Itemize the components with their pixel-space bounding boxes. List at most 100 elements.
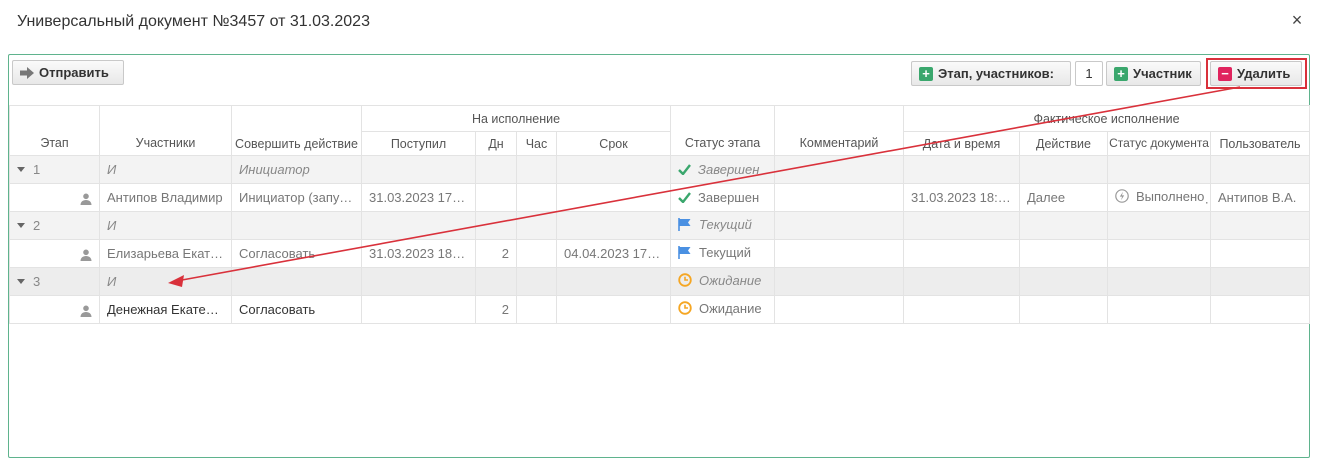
cell-act[interactable]: Далее <box>1019 183 1108 212</box>
cell-datetime[interactable] <box>903 267 1020 296</box>
cell-deadline[interactable] <box>556 183 671 212</box>
cell-comment[interactable] <box>774 183 904 212</box>
add-participant-button[interactable]: + Участник <box>1106 61 1201 86</box>
cell-comment[interactable] <box>774 267 904 296</box>
participant-row[interactable]: Елизарьева ЕкатеринаСогласовать31.03.202… <box>9 239 1311 268</box>
cell-user[interactable] <box>1209 239 1311 268</box>
participant-row[interactable]: Антипов Владимир Инициатор (запуск) 31.03.… <box>9 183 1311 212</box>
expand-icon[interactable] <box>17 167 25 173</box>
cell-hours[interactable] <box>516 183 557 212</box>
cell-action[interactable]: Инициатор <box>231 155 362 184</box>
col-days[interactable]: Дн <box>475 131 517 156</box>
cell-doc-status[interactable] <box>1107 211 1211 240</box>
col-received[interactable]: Поступил <box>361 131 476 156</box>
cell-stage[interactable]: 1 <box>9 155 100 184</box>
cell-act[interactable] <box>1019 295 1108 324</box>
cell-hours[interactable] <box>516 155 557 184</box>
cell-datetime[interactable]: 31.03.2023 18:05 <box>903 183 1020 212</box>
cell-received[interactable]: 31.03.2023 17:12 <box>361 183 476 212</box>
cell-user[interactable] <box>1209 211 1311 240</box>
cell-act[interactable] <box>1019 267 1108 296</box>
stage-group-row[interactable]: 3 И Ожидание <box>9 267 1311 296</box>
cell-days[interactable] <box>475 267 517 296</box>
col-deadline[interactable]: Срок <box>556 131 671 156</box>
cell-comment[interactable] <box>774 155 904 184</box>
col-doc-status[interactable]: Статус документа <box>1107 131 1211 156</box>
cell-action[interactable]: Согласовать <box>231 239 362 268</box>
col-comment[interactable]: Комментарий <box>774 105 904 156</box>
col-user[interactable]: Пользователь <box>1209 131 1311 156</box>
cell-act[interactable] <box>1019 239 1108 268</box>
cell-comment[interactable] <box>774 295 904 324</box>
col-hours[interactable]: Час <box>516 131 557 156</box>
col-stage[interactable]: Этап <box>9 105 100 156</box>
cell-datetime[interactable] <box>903 239 1020 268</box>
cell-received[interactable] <box>361 211 476 240</box>
cell-deadline[interactable]: 04.04.2023 17:00 <box>556 239 671 268</box>
cell-doc-status[interactable] <box>1107 267 1211 296</box>
cell-datetime[interactable] <box>903 155 1020 184</box>
cell-stage-status[interactable]: Завершен <box>670 183 775 212</box>
cell-stage[interactable]: 3 <box>9 267 100 296</box>
cell-received[interactable] <box>361 155 476 184</box>
cell-stage-status[interactable]: Завершен <box>670 155 775 184</box>
cell-deadline[interactable] <box>556 295 671 324</box>
cell-deadline[interactable] <box>556 267 671 296</box>
cell-days[interactable] <box>475 183 517 212</box>
cell-stage[interactable] <box>9 295 100 324</box>
stage-group-row[interactable]: 2 И Текущий <box>9 211 1311 240</box>
cell-participants[interactable]: Елизарьева Екатерина <box>99 239 232 268</box>
cell-days[interactable]: 2 <box>475 239 517 268</box>
cell-doc-status[interactable]: Выполнено <box>1107 183 1211 212</box>
cell-comment[interactable] <box>774 239 904 268</box>
cell-deadline[interactable] <box>556 155 671 184</box>
cell-act[interactable] <box>1019 155 1108 184</box>
expand-icon[interactable] <box>17 223 25 229</box>
cell-stage[interactable] <box>9 183 100 212</box>
col-action[interactable]: Совершить действие <box>231 105 362 156</box>
cell-days[interactable] <box>475 211 517 240</box>
cell-participants[interactable]: И <box>99 155 232 184</box>
col-participants[interactable]: Участники <box>99 105 232 156</box>
cell-doc-status[interactable] <box>1107 295 1211 324</box>
cell-stage-status[interactable]: Текущий <box>670 211 775 240</box>
stage-participants-input[interactable]: 1 <box>1075 61 1103 86</box>
cell-received[interactable] <box>361 267 476 296</box>
cell-act[interactable] <box>1019 211 1108 240</box>
cell-hours[interactable] <box>516 295 557 324</box>
participant-row[interactable]: Денежная Екатерина Согласовать 2 Ожидание <box>9 295 1311 324</box>
cell-stage-status[interactable]: Текущий <box>670 239 775 268</box>
cell-hours[interactable] <box>516 239 557 268</box>
cell-stage[interactable] <box>9 239 100 268</box>
cell-user[interactable]: Антипов В.А. <box>1209 183 1311 212</box>
cell-days[interactable] <box>475 155 517 184</box>
cell-user[interactable] <box>1209 267 1311 296</box>
add-stage-button[interactable]: + Этап, участников: <box>911 61 1071 86</box>
cell-stage-status[interactable]: Ожидание <box>670 267 775 296</box>
cell-doc-status[interactable] <box>1107 239 1211 268</box>
cell-deadline[interactable] <box>556 211 671 240</box>
cell-action[interactable]: Инициатор (запуск) <box>231 183 362 212</box>
cell-days[interactable]: 2 <box>475 295 517 324</box>
cell-datetime[interactable] <box>903 211 1020 240</box>
cell-participants[interactable]: Денежная Екатерина <box>99 295 232 324</box>
expand-icon[interactable] <box>17 279 25 285</box>
cell-user[interactable] <box>1209 155 1311 184</box>
cell-stage-status[interactable]: Ожидание <box>670 295 775 324</box>
cell-stage[interactable]: 2 <box>9 211 100 240</box>
cell-hours[interactable] <box>516 211 557 240</box>
cell-participants[interactable]: И <box>99 267 232 296</box>
col-act[interactable]: Действие <box>1019 131 1108 156</box>
stage-group-row[interactable]: 1 И Инициатор Завершен <box>9 155 1311 184</box>
cell-received[interactable] <box>361 295 476 324</box>
cell-participants[interactable]: И <box>99 211 232 240</box>
col-stage-status[interactable]: Статус этапа <box>670 105 775 156</box>
cell-received[interactable]: 31.03.2023 18:05 <box>361 239 476 268</box>
delete-button[interactable]: − Удалить <box>1210 61 1302 86</box>
cell-action[interactable]: Согласовать <box>231 295 362 324</box>
cell-action[interactable] <box>231 211 362 240</box>
cell-user[interactable] <box>1209 295 1311 324</box>
cell-participants[interactable]: Антипов Владимир <box>99 183 232 212</box>
send-button[interactable]: Отправить <box>12 60 124 85</box>
cell-doc-status[interactable] <box>1107 155 1211 184</box>
